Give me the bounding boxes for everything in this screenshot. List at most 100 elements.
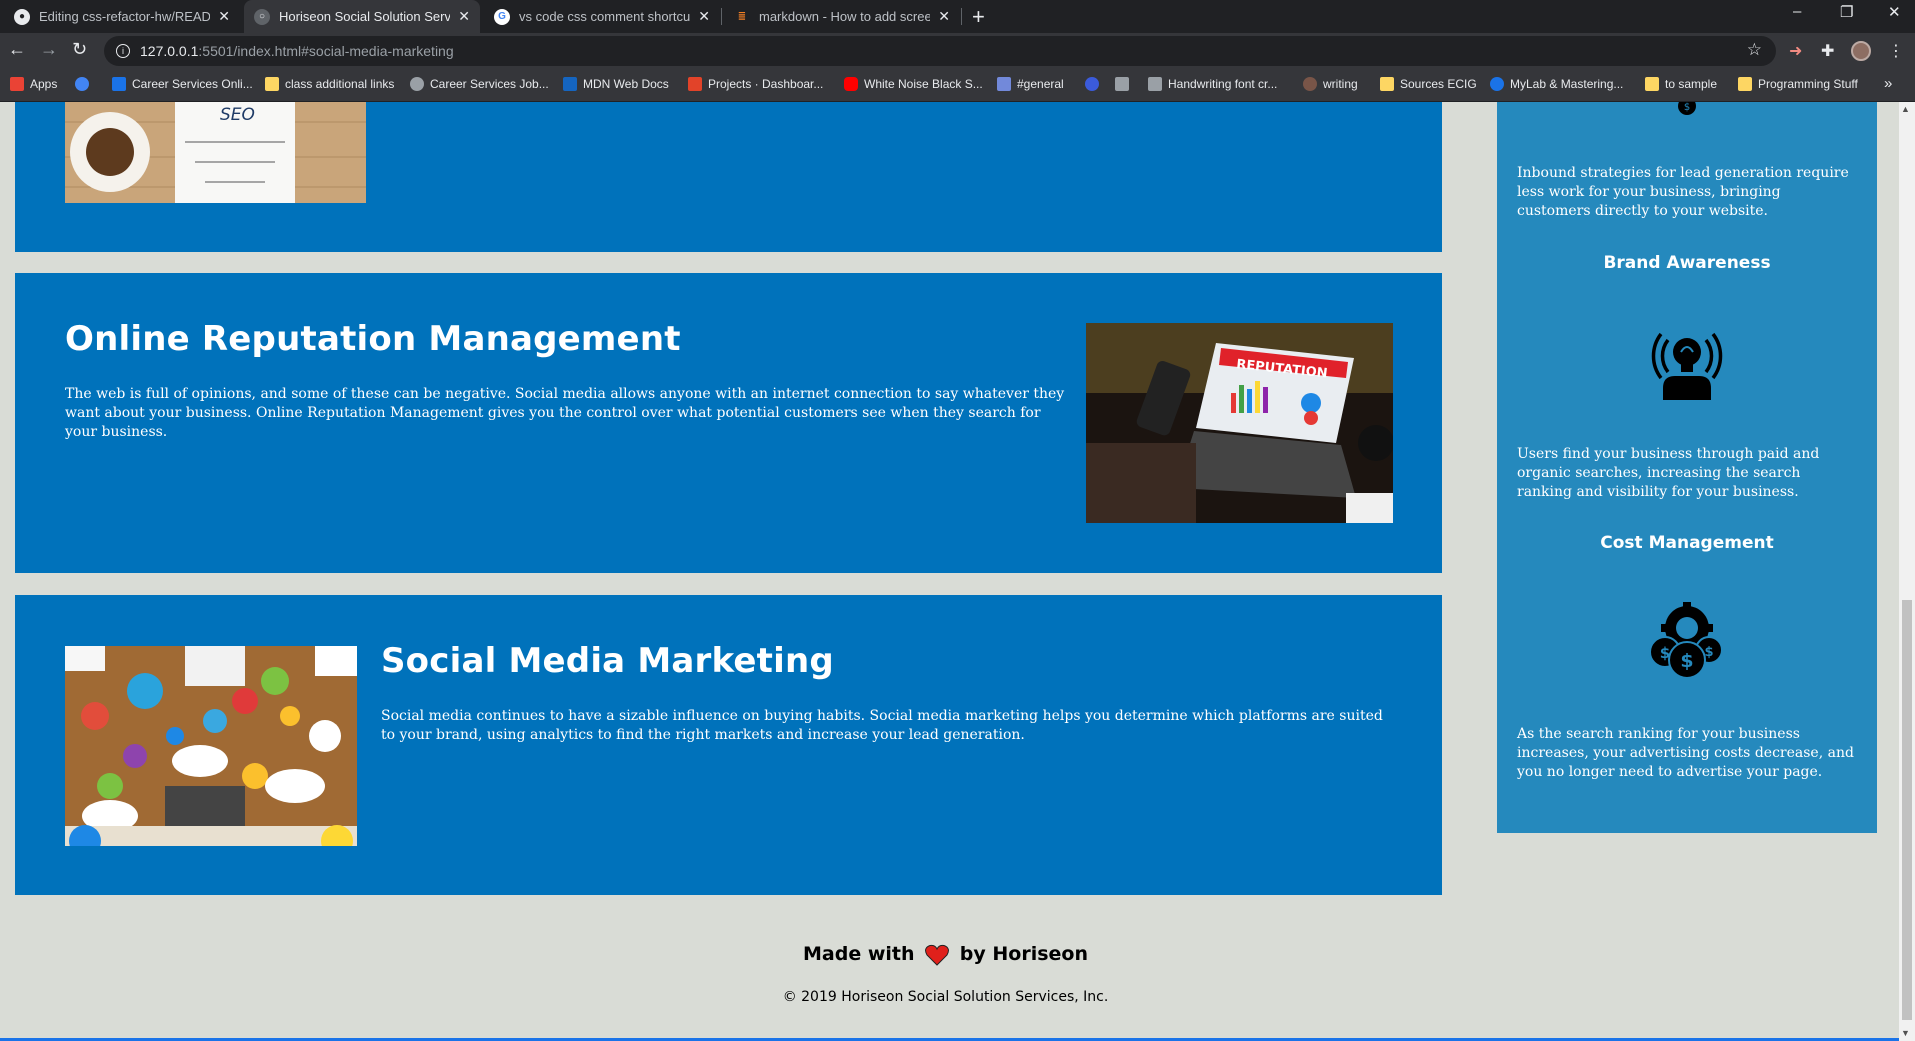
scrollbar-thumb[interactable]	[1902, 600, 1912, 1020]
bookmark-label: to sample	[1665, 77, 1718, 91]
tab-label: Horiseon Social Solution Services	[279, 9, 451, 24]
google-icon: G	[494, 8, 510, 25]
restore-icon[interactable]: ❐	[1840, 3, 1853, 21]
bookmark-folder-class-links[interactable]: class additional links	[265, 77, 394, 91]
benefits-aside: $ Inbound strategies for lead generation…	[1497, 102, 1877, 833]
bookmark-label: Apps	[30, 77, 58, 91]
discord-icon	[997, 77, 1011, 91]
font-icon	[1148, 77, 1162, 91]
folder-icon	[1738, 77, 1752, 91]
tab-stackoverflow[interactable]: ≣ markdown - How to add screensh ✕	[724, 0, 960, 33]
heart-icon	[925, 944, 950, 966]
window-close-icon[interactable]: ✕	[1888, 3, 1901, 21]
footer-made-with: Made with by Horiseon	[0, 943, 1891, 966]
section-online-reputation: Online Reputation Management The web is …	[15, 273, 1442, 573]
apps-grid-icon	[10, 77, 24, 91]
svg-text:$: $	[1684, 102, 1690, 113]
bookmark-career-jobs[interactable]: Career Services Job...	[410, 77, 549, 91]
chevron-double-right-icon[interactable]: »	[1884, 75, 1892, 92]
svg-text:$: $	[1680, 650, 1693, 672]
bookmark-folder-to-sample[interactable]: to sample	[1645, 77, 1717, 91]
bookmark-mylab[interactable]: MyLab & Mastering...	[1490, 77, 1623, 91]
address-path: :5501/index.html#social-media-marketing	[198, 43, 454, 59]
audio-icon	[75, 77, 89, 91]
globe-icon: ○	[254, 8, 270, 25]
footer-copyright: © 2019 Horiseon Social Solution Services…	[782, 989, 1109, 1005]
bookmark-folder-programming[interactable]: Programming Stuff	[1738, 77, 1858, 91]
section-title: Social Media Marketing	[381, 641, 834, 681]
bookmark-mdn[interactable]: MDN Web Docs	[563, 77, 669, 91]
tab-google-search[interactable]: G vs code css comment shortcut - C ✕	[484, 0, 720, 33]
minimize-icon[interactable]: –	[1793, 3, 1801, 20]
bookmark-label: Projects · Dashboar...	[708, 77, 824, 91]
bookmark-search[interactable]	[1085, 77, 1105, 91]
cost-management-title: Cost Management	[1600, 533, 1774, 553]
extension-icon[interactable]: ➜	[1789, 41, 1802, 61]
bookmark-audio[interactable]	[75, 77, 95, 91]
bookmark-apps[interactable]: Apps	[10, 77, 57, 91]
tab-separator	[961, 8, 962, 25]
brand-awareness-title: Brand Awareness	[1603, 253, 1771, 273]
bookmark-label: Sources ECIG	[1400, 77, 1477, 91]
site-icon	[410, 77, 424, 91]
section-text: Social media continues to have a sizable…	[381, 708, 1383, 743]
tab-readme[interactable]: ● Editing css-refactor-hw/README ✕	[4, 0, 240, 33]
footer-by-text: by Horiseon	[959, 943, 1088, 965]
bookmark-label: Handwriting font cr...	[1168, 77, 1278, 91]
tab-label: vs code css comment shortcut - C	[519, 9, 691, 24]
bookmark-folder-sources[interactable]: Sources ECIG	[1380, 77, 1477, 91]
folder-icon	[1645, 77, 1659, 91]
social-media-image	[65, 646, 357, 846]
bookmark-writing[interactable]: writing	[1303, 77, 1358, 91]
menu-icon[interactable]: ⋮	[1888, 41, 1904, 61]
close-icon[interactable]: ✕	[458, 8, 470, 25]
site-icon	[112, 77, 126, 91]
folder-icon	[265, 77, 279, 91]
stackoverflow-icon: ≣	[737, 11, 747, 22]
close-icon[interactable]: ✕	[218, 8, 230, 25]
bookmark-youtube[interactable]: White Noise Black S...	[844, 77, 983, 91]
cost-management-text: As the search ranking for your business …	[1517, 726, 1854, 780]
new-tab-icon[interactable]: +	[972, 4, 985, 30]
bookmark-discord[interactable]: #general	[997, 77, 1064, 91]
folder-icon	[1380, 77, 1394, 91]
section-title: Online Reputation Management	[65, 319, 681, 359]
tab-separator	[721, 8, 722, 25]
seo-image-text: SEO	[220, 105, 255, 125]
bookmark-label: White Noise Black S...	[864, 77, 983, 91]
reputation-image: REPUTATION	[1086, 323, 1393, 523]
bookmark-gitlab[interactable]: Projects · Dashboar...	[688, 77, 823, 91]
close-icon[interactable]: ✕	[698, 8, 710, 25]
github-icon: ●	[14, 8, 30, 25]
gitlab-icon	[688, 77, 702, 91]
scroll-down-icon[interactable]: ▼	[1901, 1028, 1910, 1038]
reload-icon[interactable]: ↻	[72, 39, 87, 60]
youtube-icon	[844, 77, 858, 91]
brand-awareness-icon	[1651, 332, 1723, 400]
bookmark-career-services[interactable]: Career Services Onli...	[112, 77, 253, 91]
puzzle-icon[interactable]: ✚	[1821, 41, 1834, 61]
seo-image: SEO	[65, 102, 366, 203]
image-icon	[1115, 77, 1129, 91]
browser-tab-bar: ● Editing css-refactor-hw/README ✕ ○ Hor…	[0, 0, 1915, 33]
brand-awareness-text: Users find your business through paid an…	[1517, 446, 1820, 500]
forward-icon[interactable]: →	[40, 39, 58, 60]
bookmark-label: Career Services Onli...	[132, 77, 253, 91]
close-icon[interactable]: ✕	[938, 8, 950, 25]
avatar[interactable]	[1851, 41, 1871, 61]
page-viewport: SEO Online Reputation Management The web…	[0, 102, 1899, 1041]
bookmark-label: class additional links	[285, 77, 395, 91]
back-icon[interactable]: ←	[8, 39, 26, 60]
bookmark-star-icon[interactable]: ☆	[1747, 40, 1762, 60]
dollar-icon: $	[1678, 102, 1696, 115]
address-bar[interactable]: i 127.0.0.1 :5501/index.html#social-medi…	[104, 36, 1776, 66]
scroll-up-icon[interactable]: ▲	[1901, 104, 1910, 114]
bookmark-image[interactable]	[1115, 77, 1135, 91]
browser-toolbar: ← → ↻ i 127.0.0.1 :5501/index.html#socia…	[0, 33, 1915, 69]
bookmark-handwriting[interactable]: Handwriting font cr...	[1148, 77, 1277, 91]
search-icon	[1085, 77, 1099, 91]
info-icon[interactable]: i	[116, 44, 130, 58]
tab-horiseon[interactable]: ○ Horiseon Social Solution Services ✕	[244, 0, 480, 33]
bookmark-label: MDN Web Docs	[583, 77, 669, 91]
tab-label: Editing css-refactor-hw/README	[39, 9, 211, 24]
